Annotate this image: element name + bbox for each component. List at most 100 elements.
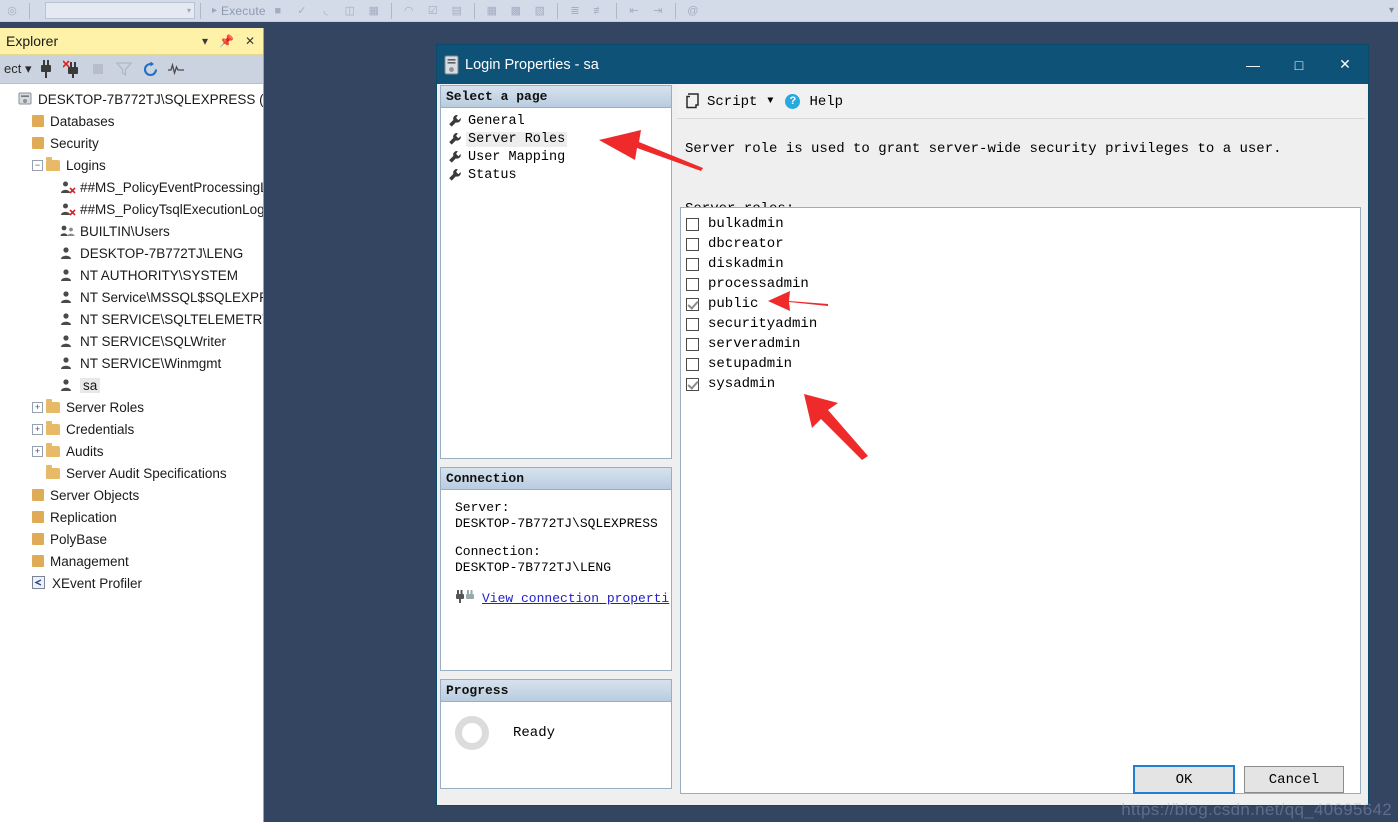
- expand-icon[interactable]: +: [32, 423, 43, 435]
- uncomment-icon[interactable]: ⇥: [648, 2, 668, 20]
- server-role-row[interactable]: bulkadmin: [686, 214, 1360, 234]
- chevron-down-icon[interactable]: ▼: [767, 96, 773, 107]
- cancel-button[interactable]: Cancel: [1244, 766, 1344, 793]
- indent-icon[interactable]: ≣: [565, 2, 585, 20]
- execute-button[interactable]: Execute: [221, 4, 266, 18]
- tree-item[interactable]: NT AUTHORITY\SYSTEM: [0, 264, 263, 286]
- ok-button[interactable]: OK: [1133, 765, 1235, 794]
- collapse-icon[interactable]: −: [32, 159, 43, 171]
- tree-item[interactable]: Server Objects: [0, 484, 263, 506]
- server-role-row[interactable]: sysadmin: [686, 374, 1360, 394]
- specify-values-icon[interactable]: ▦: [482, 2, 502, 20]
- select-page-item[interactable]: User Mapping: [441, 148, 671, 166]
- server-role-checkbox[interactable]: [686, 257, 699, 271]
- select-page-item[interactable]: Status: [441, 166, 671, 184]
- script-button[interactable]: Script: [707, 94, 757, 110]
- chevron-down-icon[interactable]: ▾: [202, 34, 208, 48]
- server-role-checkbox[interactable]: [686, 217, 699, 231]
- query-options-icon[interactable]: ☑: [423, 2, 443, 20]
- page-description: Server role is used to grant server-wide…: [685, 141, 1282, 157]
- tree-item-label: NT AUTHORITY\SYSTEM: [80, 267, 239, 283]
- toolbar-left-icon[interactable]: ◎: [2, 2, 22, 20]
- server-role-row[interactable]: public: [686, 294, 1360, 314]
- tree-item[interactable]: NT SERVICE\Winmgmt: [0, 352, 263, 374]
- close-icon[interactable]: ✕: [245, 34, 255, 48]
- parse-check-icon[interactable]: ✓: [292, 2, 312, 20]
- web-icon[interactable]: @: [683, 2, 703, 20]
- tree-item[interactable]: Databases: [0, 110, 263, 132]
- server-role-row[interactable]: securityadmin: [686, 314, 1360, 334]
- execute-play-icon[interactable]: ▸: [212, 5, 217, 16]
- comment-icon[interactable]: ⇤: [624, 2, 644, 20]
- tree-item[interactable]: NT SERVICE\SQLTELEMETRY$SQ: [0, 308, 263, 330]
- tree-item[interactable]: Server Audit Specifications: [0, 462, 263, 484]
- stop-icon[interactable]: ■: [268, 2, 288, 20]
- tree-item[interactable]: ##MS_PolicyTsqlExecutionLogin: [0, 198, 263, 220]
- design-query-icon[interactable]: ▩: [506, 2, 526, 20]
- tree-item[interactable]: DESKTOP-7B772TJ\LENG: [0, 242, 263, 264]
- tree-item[interactable]: + Credentials: [0, 418, 263, 440]
- help-icon[interactable]: ?: [785, 94, 801, 109]
- tree-item-label: DESKTOP-7B772TJ\LENG: [80, 245, 244, 261]
- database-selector-combo[interactable]: ▾: [45, 2, 195, 19]
- tree-item[interactable]: XEvent Profiler: [0, 572, 263, 594]
- tree-item[interactable]: − Logins: [0, 154, 263, 176]
- close-button[interactable]: ✕: [1322, 45, 1368, 84]
- server-role-checkbox[interactable]: [686, 377, 699, 391]
- server-role-checkbox[interactable]: [686, 277, 699, 291]
- connect-icon[interactable]: [35, 58, 57, 80]
- refresh-icon[interactable]: [139, 58, 161, 80]
- dialog-left-pane: Select a page General Server Roles User Ma…: [440, 85, 672, 802]
- outdent-icon[interactable]: ≢: [589, 2, 609, 20]
- tree-item[interactable]: BUILTIN\Users: [0, 220, 263, 242]
- pin-icon[interactable]: 📌: [219, 34, 234, 48]
- results-to-file-icon[interactable]: ▧: [530, 2, 550, 20]
- server-role-checkbox[interactable]: [686, 297, 699, 311]
- select-page-list[interactable]: General Server Roles User Mapping Status: [440, 107, 672, 459]
- tree-item[interactable]: NT SERVICE\SQLWriter: [0, 330, 263, 352]
- results-to-text-icon[interactable]: ▦: [364, 2, 384, 20]
- display-estimated-plan-icon[interactable]: ◫: [340, 2, 360, 20]
- help-button[interactable]: Help: [809, 94, 843, 110]
- server-role-checkbox[interactable]: [686, 357, 699, 371]
- expand-icon[interactable]: +: [32, 401, 43, 413]
- disconnect-icon[interactable]: [61, 58, 83, 80]
- tree-item[interactable]: + Server Roles: [0, 396, 263, 418]
- minimize-button[interactable]: —: [1230, 45, 1276, 84]
- view-connection-properties-link[interactable]: View connection properti: [482, 591, 669, 606]
- tree-item[interactable]: sa: [0, 374, 263, 396]
- server-role-row[interactable]: dbcreator: [686, 234, 1360, 254]
- server-roles-list[interactable]: bulkadmin dbcreator diskadmin processadmin p…: [680, 207, 1361, 794]
- server-role-checkbox[interactable]: [686, 337, 699, 351]
- tree-item[interactable]: Management: [0, 550, 263, 572]
- filter-icon: [113, 58, 135, 80]
- connect-dropdown-button[interactable]: ect ▾: [2, 61, 31, 77]
- include-actual-plan-icon[interactable]: ◠: [399, 2, 419, 20]
- server-role-row[interactable]: serveradmin: [686, 334, 1360, 354]
- tree-expander-spacer: [46, 314, 57, 325]
- server-role-row[interactable]: processadmin: [686, 274, 1360, 294]
- debug-icon[interactable]: ◟: [316, 2, 336, 20]
- tree-item[interactable]: PolyBase: [0, 528, 263, 550]
- server-role-row[interactable]: diskadmin: [686, 254, 1360, 274]
- connection-properties-icon: [455, 588, 475, 608]
- square-folder-icon: [32, 137, 44, 149]
- object-explorer-tree[interactable]: DESKTOP-7B772TJ\SQLEXPRESS (SQL Se Databa…: [0, 84, 263, 822]
- server-role-checkbox[interactable]: [686, 237, 699, 251]
- expand-icon[interactable]: +: [32, 445, 43, 457]
- tree-item[interactable]: + Audits: [0, 440, 263, 462]
- select-page-item[interactable]: Server Roles: [441, 130, 671, 148]
- select-page-item[interactable]: General: [441, 112, 671, 130]
- activity-monitor-icon[interactable]: [165, 58, 187, 80]
- server-role-checkbox[interactable]: [686, 317, 699, 331]
- toolbar-overflow-button[interactable]: ▾: [1389, 5, 1394, 16]
- server-role-row[interactable]: setupadmin: [686, 354, 1360, 374]
- tree-item[interactable]: DESKTOP-7B772TJ\SQLEXPRESS (SQL Se: [0, 88, 263, 110]
- tree-item[interactable]: NT Service\MSSQL$SQLEXPRESS: [0, 286, 263, 308]
- tree-item[interactable]: Security: [0, 132, 263, 154]
- tree-item[interactable]: ##MS_PolicyEventProcessingLog: [0, 176, 263, 198]
- dialog-titlebar[interactable]: Login Properties - sa — □ ✕: [437, 45, 1368, 84]
- tree-item[interactable]: Replication: [0, 506, 263, 528]
- results-to-grid-icon[interactable]: ▤: [447, 2, 467, 20]
- maximize-button[interactable]: □: [1276, 45, 1322, 84]
